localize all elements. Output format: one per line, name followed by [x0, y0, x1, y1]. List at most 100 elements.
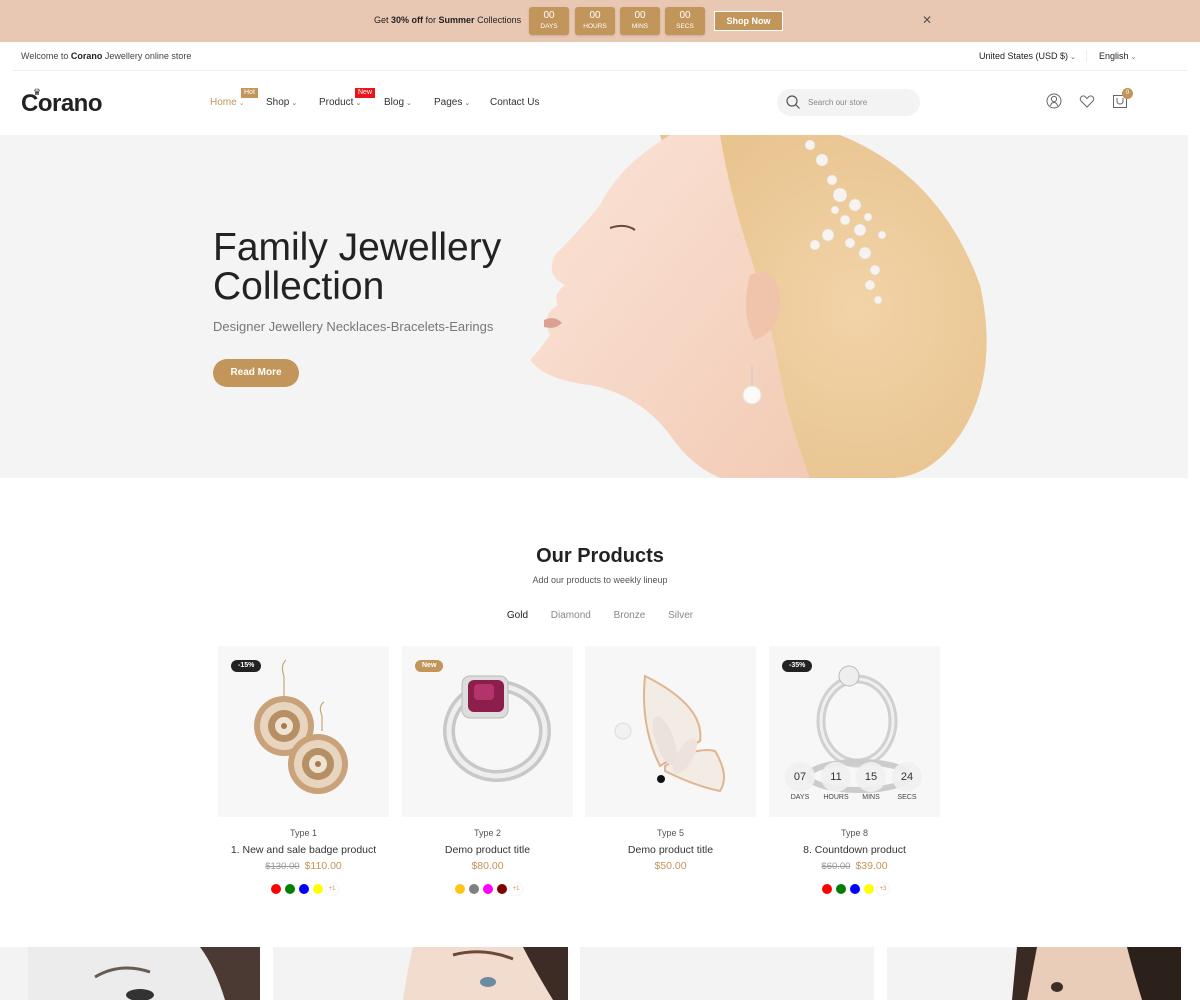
tab-bronze[interactable]: Bronze	[614, 610, 646, 621]
chevron-down-icon: ⌄	[464, 100, 471, 107]
color-swatches: +1	[218, 880, 389, 898]
announcement-discount: 30% off	[391, 15, 424, 25]
cart-count-badge: 0	[1122, 88, 1133, 99]
more-swatches[interactable]: +1	[510, 882, 522, 895]
countdown-value: 00	[589, 10, 601, 21]
swatch-blue[interactable]	[850, 883, 860, 894]
nav-shop[interactable]: Shop ⌄	[266, 97, 297, 108]
product-type: Type 5	[656, 828, 685, 838]
product-price: $80.00	[471, 860, 504, 872]
nav-label: Shop	[266, 97, 290, 108]
hero-model-image	[530, 135, 987, 478]
product-image[interactable]: New	[402, 646, 573, 817]
swatch-yellow[interactable]	[313, 883, 323, 894]
chevron-down-icon: ⌄	[1130, 54, 1137, 61]
welcome-prefix: Welcome to	[21, 51, 71, 61]
main-header: ♛ Corano Home ⌄ Hot Shop ⌄ Product ⌄ New Bl…	[0, 71, 1200, 135]
product-card[interactable]: New Type 2 Demo product title $80.00 +1	[402, 646, 573, 895]
swatch-blue[interactable]	[299, 883, 309, 894]
tab-silver[interactable]: Silver	[668, 610, 693, 621]
swatch-magenta[interactable]	[483, 883, 493, 894]
nav-contact-us[interactable]: Contact Us	[490, 97, 539, 108]
language-label: English	[1099, 51, 1129, 61]
user-icon[interactable]	[1046, 93, 1062, 114]
announcement-middle: for	[423, 15, 439, 25]
nav-label: Pages	[434, 97, 463, 108]
countdown-value: 00	[634, 10, 646, 21]
language-selector[interactable]: English ⌄	[1099, 51, 1136, 61]
nav-blog[interactable]: Blog ⌄	[384, 97, 412, 108]
product-name[interactable]: Demo product title	[402, 844, 573, 856]
nav-home[interactable]: Home ⌄	[210, 97, 245, 108]
swatch-red[interactable]	[822, 883, 832, 894]
product-image[interactable]: -35% 07 DAYS 11 HOURS 15 MINS 24 SECS	[769, 646, 940, 817]
countdown-value: 11	[821, 762, 851, 792]
nav-pages[interactable]: Pages ⌄	[434, 97, 470, 108]
banner-image[interactable]	[580, 947, 874, 1000]
discount-badge: -35%	[782, 660, 813, 672]
countdown-hours: 11 HOURS	[821, 762, 851, 801]
countdown-value: 24	[892, 762, 922, 792]
nav-product[interactable]: Product ⌄	[319, 97, 361, 108]
product-price: $50.00	[654, 860, 687, 872]
banner-image[interactable]	[887, 947, 1181, 1000]
tab-gold[interactable]: Gold	[507, 610, 528, 621]
product-type: Type 8	[840, 828, 869, 838]
countdown-secs: 00 SECS	[665, 7, 705, 35]
more-swatches[interactable]: +3	[877, 882, 889, 895]
close-icon[interactable]: ✕	[922, 13, 932, 27]
countdown-value: 15	[856, 762, 886, 792]
swatch-green[interactable]	[285, 883, 295, 894]
currency-selector[interactable]: United States (USD $) ⌄	[979, 51, 1076, 61]
new-badge: New	[415, 660, 444, 672]
banner-image[interactable]	[273, 947, 568, 1000]
swatch-maroon[interactable]	[497, 883, 507, 894]
color-swatches: +1	[402, 880, 573, 898]
swatch-yellow[interactable]	[864, 883, 874, 894]
countdown-hours: 00 HOURS	[575, 7, 615, 35]
announcement-suffix: Collections	[474, 15, 522, 25]
banner-image[interactable]	[0, 947, 260, 1000]
read-more-button[interactable]: Read More	[213, 359, 299, 387]
product-price: $60.00 $39.00	[769, 860, 940, 872]
product-image[interactable]: -15%	[218, 646, 389, 817]
model-eye-image	[28, 947, 260, 1000]
nav-label: Product	[319, 97, 354, 108]
currency-label: United States (USD $)	[979, 51, 1069, 61]
swatch-green[interactable]	[836, 883, 846, 894]
countdown-unit: SECS	[676, 23, 694, 30]
product-image[interactable]	[585, 646, 756, 817]
model-eye-image	[403, 947, 568, 1000]
product-card[interactable]: Type 5 Demo product title $50.00	[585, 646, 756, 872]
swatch-gold[interactable]	[455, 883, 465, 894]
search-icon[interactable]	[786, 95, 801, 115]
countdown-days: 07 DAYS	[785, 762, 815, 801]
section-title: Our Products	[536, 545, 664, 567]
product-card[interactable]: -35% 07 DAYS 11 HOURS 15 MINS 24 SECS Type 8…	[769, 646, 940, 895]
product-type: Type 2	[473, 828, 502, 838]
hero-title-line1: Family Jewellery	[213, 226, 502, 269]
more-swatches[interactable]: +1	[326, 882, 338, 895]
new-badge: New	[355, 88, 376, 98]
countdown-value: 07	[785, 762, 815, 792]
product-name[interactable]: Demo product title	[585, 844, 756, 856]
shop-now-button[interactable]: Shop Now	[714, 11, 783, 31]
old-price: $130.00	[265, 861, 300, 872]
product-name[interactable]: 8. Countdown product	[769, 844, 940, 856]
heart-icon[interactable]	[1079, 93, 1095, 114]
nav-label: Blog	[384, 97, 405, 108]
product-type: Type 1	[289, 828, 318, 838]
chevron-down-icon: ⌄	[406, 100, 412, 107]
hero-title: Family Jewellery Collection	[213, 228, 533, 306]
search-input[interactable]	[808, 93, 913, 111]
logo[interactable]: Corano	[21, 90, 103, 118]
product-name[interactable]: 1. New and sale badge product	[218, 844, 389, 856]
divider	[1086, 50, 1087, 62]
announcement-prefix: Get	[374, 15, 392, 25]
product-price: $130.00 $110.00	[218, 860, 389, 872]
swatch-red[interactable]	[271, 883, 281, 894]
product-card[interactable]: -15% Type 1 1. New and sale badge produc…	[218, 646, 389, 895]
countdown-unit: MINS	[631, 23, 649, 30]
swatch-gray[interactable]	[469, 883, 479, 894]
tab-diamond[interactable]: Diamond	[551, 610, 591, 621]
